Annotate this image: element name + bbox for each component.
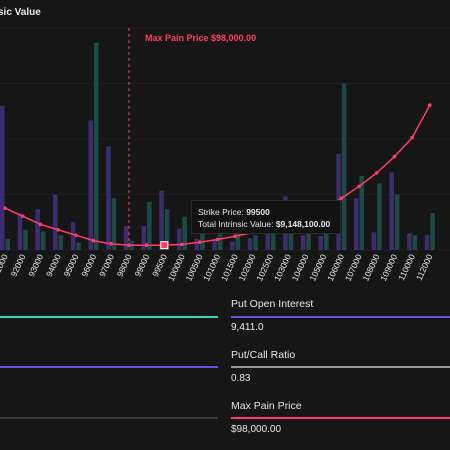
x-tick-95000: 95000 <box>62 252 81 278</box>
bar-96000-s2 <box>94 42 99 250</box>
bar-92000-s1 <box>17 213 23 250</box>
bar-97000-s1 <box>106 146 111 250</box>
put-open-interest-label: Put Open Interest <box>231 298 314 310</box>
bar-91000-s2 <box>5 238 10 250</box>
bar-92000-s2 <box>23 229 28 250</box>
x-tick-97000: 97000 <box>97 252 116 278</box>
put-call-ratio-value: 0.83 <box>231 373 251 384</box>
left-purple-bar <box>0 366 218 368</box>
tooltip-total-row: Total Intrinsic Value: $9,148,100.00 <box>198 218 334 230</box>
bar-99000-s2 <box>147 201 152 250</box>
bar-101000-s1 <box>212 239 217 250</box>
tooltip-total-value: $9,148,100.00 <box>275 219 331 229</box>
bar-95000-s2 <box>76 242 81 250</box>
bar-93000-s2 <box>40 231 46 250</box>
left-gray-bar <box>0 417 218 419</box>
line-point-91000 <box>3 206 7 210</box>
line-point-97000 <box>109 242 113 246</box>
max-pain-price-label: Max Pain Price <box>231 400 302 412</box>
x-tick-99000: 99000 <box>132 252 151 278</box>
line-point-93000 <box>38 222 43 227</box>
bar-94000-s2 <box>58 235 64 250</box>
line-point-101500 <box>233 234 237 239</box>
x-tick-92000: 92000 <box>8 252 27 278</box>
line-point-107000 <box>357 184 361 189</box>
bar-110000-s1 <box>407 233 412 250</box>
x-tick-99500: 99500 <box>150 252 169 278</box>
bar-107000-s1 <box>354 198 359 250</box>
bar-91000-s1 <box>0 105 5 250</box>
line-point-108000 <box>374 171 379 175</box>
bar-100500-s1 <box>194 238 200 250</box>
bar-93000-s1 <box>35 209 40 250</box>
line-point-96000 <box>91 238 96 243</box>
line-point-110000 <box>410 135 414 140</box>
stats-panel: Put Open Interest 9,411.0 Put/Call Ratio… <box>0 292 450 450</box>
x-tick-94000: 94000 <box>44 252 63 278</box>
chart-tooltip: Strike Price: 99500 Total Intrinsic Valu… <box>191 200 341 234</box>
bar-112000-s1 <box>424 235 430 250</box>
call-oi-bar <box>0 316 218 318</box>
put-open-interest-value: 9,411.0 <box>231 322 264 333</box>
chart-title: sic Value <box>0 7 41 18</box>
chart-area: 91000 92000 93000 94000 95000 96000 97000 98000… <box>0 0 450 292</box>
line-point-109000 <box>392 154 397 159</box>
bar-94000-s1 <box>53 194 58 250</box>
bar-108000-s2 <box>377 183 382 250</box>
tooltip-strike-row: Strike Price: 99500 <box>198 206 334 218</box>
bar-102000-s1 <box>247 238 253 250</box>
line-point-100500 <box>197 240 202 245</box>
max-pain-price-value: $98,000.00 <box>231 424 282 435</box>
tooltip-strike-value: 99500 <box>246 207 270 217</box>
bar-109000-s1 <box>389 172 394 250</box>
line-point-99000 <box>144 243 149 247</box>
bar-103000-s2 <box>288 231 294 250</box>
highlight-point <box>160 241 169 250</box>
bar-109000-s2 <box>394 194 400 250</box>
bar-112000-s2 <box>430 213 435 250</box>
bar-line-chart: 9100092000930009400095000960009700098000… <box>0 27 450 283</box>
put-open-interest-bar <box>231 316 450 318</box>
bar-101000-s2 <box>217 233 223 250</box>
line-point-100000 <box>180 242 184 247</box>
max-pain-price-bar <box>231 417 450 419</box>
line-point-92000 <box>20 214 25 219</box>
bar-101500-s1 <box>230 241 235 250</box>
line-point-98000 <box>127 243 131 247</box>
bar-102000-s2 <box>253 235 258 250</box>
x-tick-93000: 93000 <box>26 252 45 278</box>
max-pain-annotation: Max Pain Price $98,000.00 <box>145 33 257 43</box>
bar-108000-s1 <box>371 232 377 250</box>
bar-99500-s1 <box>159 190 164 250</box>
line-point-112000 <box>428 103 432 108</box>
x-tick-98000: 98000 <box>115 252 134 278</box>
tooltip-strike-label: Strike Price: <box>198 207 244 217</box>
bar-105000-s1 <box>318 235 324 250</box>
line-point-95000 <box>74 233 78 237</box>
x-tick-112000: 112000 <box>414 252 435 282</box>
line-point-101000 <box>215 237 220 242</box>
x-tick-96000: 96000 <box>79 252 98 278</box>
bar-106000-s2 <box>341 83 347 250</box>
bar-110000-s2 <box>412 235 418 250</box>
bar-104000-s1 <box>300 235 306 250</box>
line-point-94000 <box>56 227 60 232</box>
tooltip-total-label: Total Intrinsic Value: <box>198 219 274 229</box>
bar-96000-s1 <box>88 120 93 250</box>
put-call-ratio-label: Put/Call Ratio <box>231 349 296 361</box>
bar-100000-s1 <box>177 228 182 250</box>
bar-97000-s2 <box>111 198 117 250</box>
put-call-ratio-bar <box>231 366 450 368</box>
